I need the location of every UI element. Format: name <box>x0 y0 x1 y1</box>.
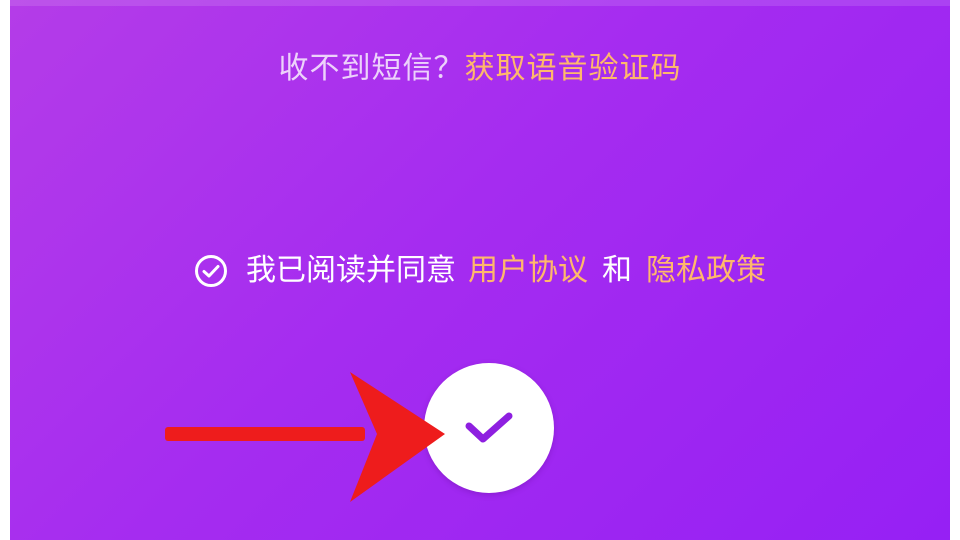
top-edge <box>10 0 950 6</box>
agreement-conjunction: 和 <box>602 253 632 288</box>
get-voice-code-link[interactable]: 获取语音验证码 <box>465 51 682 86</box>
verification-screen: 收不到短信？获取语音验证码 我已阅读并同意 用户协议 和 隐私政策 <box>10 0 950 540</box>
voice-code-row: 收不到短信？获取语音验证码 <box>10 44 950 94</box>
circle-check-icon <box>195 255 227 287</box>
red-arrow-icon <box>165 372 445 502</box>
privacy-policy-link[interactable]: 隐私政策 <box>646 246 766 296</box>
sms-not-received-text: 收不到短信？ <box>278 51 465 86</box>
agreement-row: 我已阅读并同意 用户协议 和 隐私政策 <box>10 246 950 296</box>
agreement-checkbox[interactable] <box>194 254 228 288</box>
user-agreement-link[interactable]: 用户协议 <box>468 246 588 296</box>
checkmark-icon <box>465 412 513 443</box>
agreement-prefix-text: 我已阅读并同意 <box>246 253 456 288</box>
